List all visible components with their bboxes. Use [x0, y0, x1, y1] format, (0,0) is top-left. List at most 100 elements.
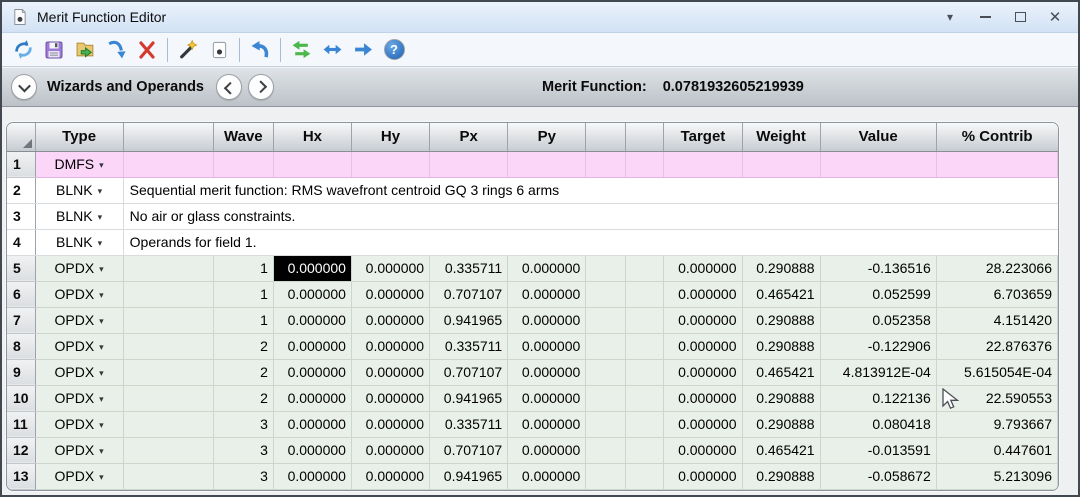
cell-py[interactable]: 0.000000 [507, 411, 587, 438]
type-cell[interactable]: OPDX [35, 307, 124, 334]
cell-hy[interactable]: 0.000000 [351, 333, 431, 360]
cell-wave[interactable]: 2 [213, 333, 274, 360]
cell-py[interactable]: 0.000000 [507, 281, 587, 308]
row-number[interactable]: 1 [7, 151, 36, 178]
col-header-type[interactable]: Type [35, 123, 124, 152]
type-cell[interactable]: BLNK [35, 203, 124, 230]
cell-hx[interactable]: 0.000000 [273, 333, 352, 360]
type-cell[interactable]: OPDX [35, 333, 124, 360]
cell-contrib[interactable]: 6.703659 [936, 281, 1058, 308]
cell-px[interactable]: 0.707107 [429, 281, 509, 308]
cell-hy[interactable]: 0.000000 [351, 359, 431, 386]
type-cell[interactable]: OPDX [35, 463, 124, 490]
comment-cell[interactable]: Sequential merit function: RMS wavefront… [123, 177, 1058, 204]
cell-empty[interactable] [585, 333, 627, 360]
cell-empty[interactable] [585, 437, 627, 464]
cell-wave[interactable]: 3 [213, 437, 274, 464]
cell-weight[interactable]: 0.290888 [742, 307, 821, 334]
cell-weight[interactable]: 0.290888 [742, 385, 821, 412]
resize-columns-icon[interactable] [319, 37, 345, 63]
window-menu-dropdown-icon[interactable] [943, 10, 957, 24]
type-dropdown-icon[interactable] [99, 446, 104, 456]
type-cell[interactable]: BLNK [35, 177, 124, 204]
cell-empty[interactable] [123, 385, 214, 412]
cell-weight[interactable]: 0.290888 [742, 255, 821, 282]
col-header-px[interactable]: Px [429, 123, 509, 152]
row-number[interactable]: 6 [7, 281, 36, 308]
cell-value[interactable]: 0.052358 [820, 307, 937, 334]
type-cell[interactable]: DMFS [35, 151, 124, 178]
cell-empty[interactable] [625, 385, 665, 412]
cell-empty[interactable] [585, 307, 627, 334]
type-cell[interactable]: OPDX [35, 281, 124, 308]
cell-hx-selected[interactable]: 0.000000 [273, 255, 352, 282]
maximize-icon[interactable] [1013, 10, 1027, 24]
cell-empty[interactable] [123, 463, 214, 490]
cell-empty[interactable] [123, 307, 214, 334]
cell-wave[interactable]: 3 [213, 411, 274, 438]
type-cell[interactable]: BLNK [35, 229, 124, 256]
cell-empty[interactable] [820, 151, 937, 178]
cell-hy[interactable]: 0.000000 [351, 463, 431, 490]
cell-empty[interactable] [663, 151, 743, 178]
save-icon[interactable] [41, 37, 67, 63]
cell-hy[interactable]: 0.000000 [351, 281, 431, 308]
cell-wave[interactable]: 2 [213, 385, 274, 412]
cell-value[interactable]: -0.122906 [820, 333, 937, 360]
cell-empty[interactable] [123, 359, 214, 386]
cell-value[interactable]: -0.058672 [820, 463, 937, 490]
select-all-corner[interactable] [7, 123, 36, 152]
col-header-hy[interactable]: Hy [351, 123, 431, 152]
cell-empty[interactable] [429, 151, 509, 178]
type-cell[interactable]: OPDX [35, 255, 124, 282]
cell-value[interactable]: -0.013591 [820, 437, 937, 464]
cell-empty[interactable] [585, 359, 627, 386]
cell-value[interactable]: 0.052599 [820, 281, 937, 308]
cell-py[interactable]: 0.000000 [507, 255, 587, 282]
cell-hx[interactable]: 0.000000 [273, 385, 352, 412]
col-header-weight[interactable]: Weight [742, 123, 821, 152]
cell-py[interactable]: 0.000000 [507, 333, 587, 360]
comment-cell[interactable]: Operands for field 1. [123, 229, 1058, 256]
type-cell[interactable]: OPDX [35, 411, 124, 438]
row-number[interactable]: 10 [7, 385, 36, 412]
cell-px[interactable]: 0.707107 [429, 359, 509, 386]
cell-target[interactable]: 0.000000 [663, 463, 743, 490]
type-dropdown-icon[interactable] [99, 394, 104, 404]
cell-contrib[interactable]: 5.615054E-04 [936, 359, 1058, 386]
cell-hx[interactable]: 0.000000 [273, 281, 352, 308]
cell-target[interactable]: 0.000000 [663, 385, 743, 412]
close-icon[interactable] [1048, 10, 1062, 24]
cell-empty[interactable] [625, 411, 665, 438]
cell-px[interactable]: 0.941965 [429, 307, 509, 334]
cell-px[interactable]: 0.335711 [429, 333, 509, 360]
cell-hy[interactable]: 0.000000 [351, 255, 431, 282]
cell-empty[interactable] [625, 281, 665, 308]
cell-value[interactable]: 0.122136 [820, 385, 937, 412]
cell-empty[interactable] [625, 255, 665, 282]
titlebar[interactable]: Merit Function Editor [2, 2, 1078, 33]
cell-wave[interactable]: 3 [213, 463, 274, 490]
type-dropdown-icon[interactable] [99, 290, 104, 300]
cell-hx[interactable]: 0.000000 [273, 411, 352, 438]
cell-px[interactable]: 0.335711 [429, 255, 509, 282]
cell-empty[interactable] [123, 281, 214, 308]
cell-hy[interactable]: 0.000000 [351, 411, 431, 438]
type-dropdown-icon[interactable] [99, 160, 104, 170]
row-number[interactable]: 9 [7, 359, 36, 386]
cell-contrib[interactable]: 4.151420 [936, 307, 1058, 334]
cell-empty[interactable] [625, 151, 665, 178]
row-number[interactable]: 12 [7, 437, 36, 464]
swap-rows-icon[interactable] [288, 37, 314, 63]
row-number[interactable]: 8 [7, 333, 36, 360]
cell-empty[interactable] [625, 437, 665, 464]
type-dropdown-icon[interactable] [99, 472, 104, 482]
cell-contrib[interactable]: 5.213096 [936, 463, 1058, 490]
cell-empty[interactable] [123, 151, 214, 178]
cell-empty[interactable] [625, 463, 665, 490]
cell-weight[interactable]: 0.290888 [742, 333, 821, 360]
cell-empty[interactable] [585, 385, 627, 412]
type-dropdown-icon[interactable] [99, 368, 104, 378]
cell-wave[interactable]: 1 [213, 281, 274, 308]
cell-empty[interactable] [213, 151, 274, 178]
